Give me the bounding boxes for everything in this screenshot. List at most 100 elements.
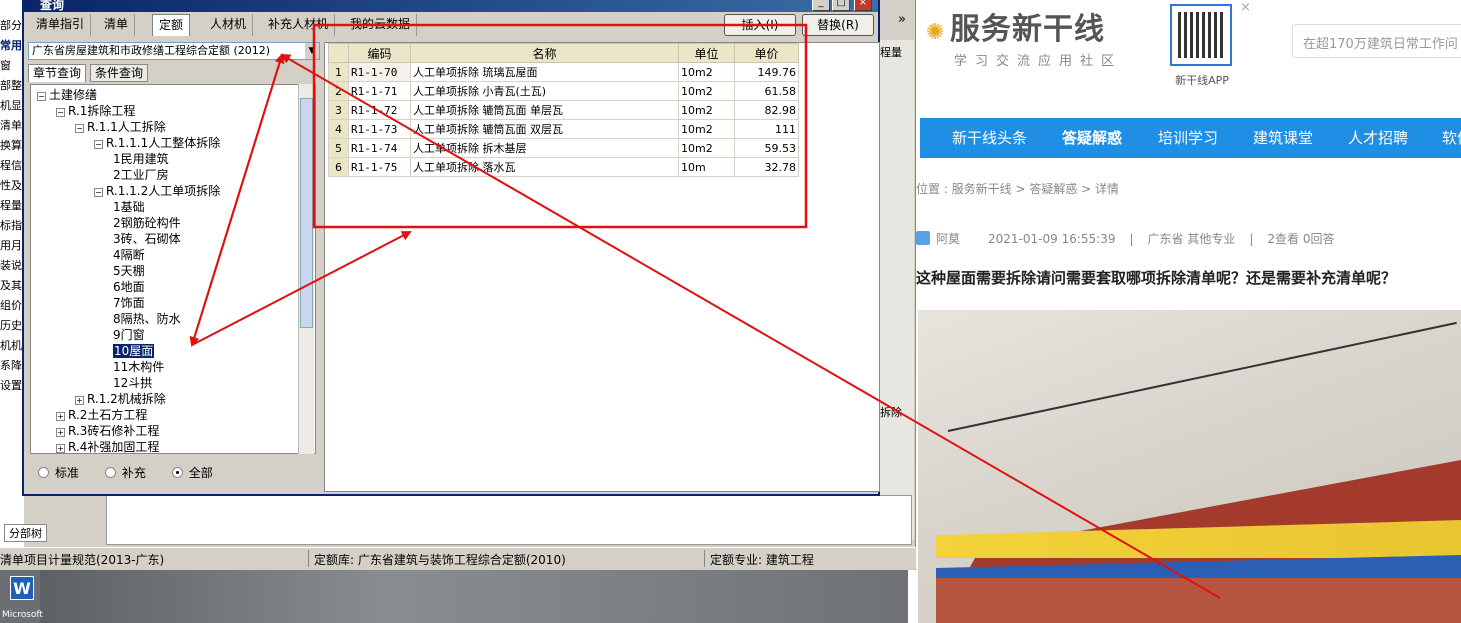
tab-bill[interactable]: 清单 (98, 14, 136, 36)
chevron-right-icon[interactable]: » (898, 12, 906, 27)
side-menu-item[interactable]: 机显 (0, 96, 24, 116)
row-number[interactable]: 2 (328, 81, 349, 101)
cell-code[interactable]: R1-1-72 (348, 100, 411, 120)
table-row[interactable]: 6 R1-1-75 人工单项拆除 落水瓦 10m 32.78 (328, 157, 799, 177)
side-menu-item[interactable]: 装说明 (0, 256, 24, 276)
cell-price[interactable]: 32.78 (734, 157, 799, 177)
tree-node[interactable]: 10屋面 (113, 343, 155, 359)
chevron-down-icon[interactable]: ▼ (305, 43, 319, 59)
row-number[interactable]: 3 (328, 100, 349, 120)
word-icon[interactable]: W (10, 576, 34, 600)
site-logo[interactable]: ✺ 服务新干线 学习交流应用社区 (926, 8, 1166, 69)
radio-standard[interactable]: 标准 (38, 464, 79, 481)
tree-node[interactable]: 6地面 (113, 279, 145, 295)
cell-price[interactable]: 149.76 (734, 62, 799, 82)
table-row[interactable]: 1 R1-1-70 人工单项拆除 琉璃瓦屋面 10m2 149.76 (328, 62, 799, 82)
tree-node[interactable]: − R.1.1.1人工整体拆除 (94, 135, 220, 151)
side-menu-item[interactable]: 及其 (0, 276, 24, 296)
cell-name[interactable]: 人工单项拆除 辘筒瓦面 单层瓦 (410, 100, 679, 120)
cell-unit[interactable]: 10m2 (678, 100, 735, 120)
table-row[interactable]: 2 R1-1-71 人工单项拆除 小青瓦(土瓦) 10m2 61.58 (328, 81, 799, 101)
expand-icon[interactable]: + (56, 444, 65, 453)
tree-node[interactable]: 2钢筋砼构件 (113, 215, 181, 231)
cell-code[interactable]: R1-1-75 (348, 157, 411, 177)
side-menu-item[interactable]: 标指引 (0, 216, 24, 236)
side-menu-item[interactable]: 清单价 (0, 116, 24, 136)
row-number[interactable]: 6 (328, 157, 349, 177)
cell-code[interactable]: R1-1-71 (348, 81, 411, 101)
tree-node[interactable]: 4隔断 (113, 247, 145, 263)
tree-scrollbar[interactable] (298, 84, 314, 454)
cell-price[interactable]: 111 (734, 119, 799, 139)
cell-unit[interactable]: 10m2 (678, 62, 735, 82)
tab-branch-tree[interactable]: 分部树 (4, 524, 47, 542)
side-menu-item[interactable]: 程信息 (0, 156, 24, 176)
tree-node[interactable]: − 土建修缮 (37, 87, 97, 103)
column-header-code[interactable]: 编码 (348, 43, 411, 63)
table-row[interactable]: 5 R1-1-74 人工单项拆除 拆木基层 10m2 59.53 (328, 138, 799, 158)
tree-node[interactable]: 12斗拱 (113, 375, 152, 391)
collapse-icon[interactable]: − (56, 108, 65, 117)
tree-node[interactable]: + R.1.2机械拆除 (75, 391, 166, 407)
nav-item-classroom[interactable]: 建筑课堂 (1253, 118, 1313, 158)
side-menu-item[interactable]: 机机拉 (0, 336, 24, 356)
expand-icon[interactable]: + (56, 412, 65, 421)
question-photo[interactable] (918, 310, 1461, 623)
replace-button[interactable]: 替换(R) (802, 14, 874, 36)
close-button[interactable]: × (854, 0, 872, 11)
side-menu-item[interactable]: 性及内 (0, 176, 24, 196)
row-number[interactable]: 5 (328, 138, 349, 158)
tree-node[interactable]: − R.1.1人工拆除 (75, 119, 166, 135)
side-menu-item[interactable]: 窗 (0, 56, 24, 76)
cell-name[interactable]: 人工单项拆除 小青瓦(土瓦) (410, 81, 679, 101)
side-menu-item[interactable]: 部分 (0, 16, 24, 36)
cell-unit[interactable]: 10m2 (678, 138, 735, 158)
tab-bill-guide[interactable]: 清单指引 (30, 14, 92, 36)
tree-node[interactable]: + R.3砖石修补工程 (56, 423, 159, 439)
tab-supplement-labor[interactable]: 补充人材机 (262, 14, 336, 36)
collapse-icon[interactable]: − (94, 140, 103, 149)
close-icon[interactable]: × (1240, 0, 1251, 15)
row-number[interactable]: 4 (328, 119, 349, 139)
collapse-icon[interactable]: − (75, 124, 84, 133)
cell-code[interactable]: R1-1-70 (348, 62, 411, 82)
side-menu-item[interactable]: 历史 (0, 316, 24, 336)
expand-icon[interactable]: + (75, 396, 84, 405)
tree-node[interactable]: 9门窗 (113, 327, 145, 343)
tab-chapter-query[interactable]: 章节查询 (28, 64, 87, 82)
nav-item-training[interactable]: 培训学习 (1158, 118, 1218, 158)
cell-name[interactable]: 人工单项拆除 琉璃瓦屋面 (410, 62, 679, 82)
quota-library-select[interactable]: 广东省房屋建筑和市政修缮工程综合定额 (2012) ▼ (28, 42, 320, 60)
cell-price[interactable]: 82.98 (734, 100, 799, 120)
tab-condition-query[interactable]: 条件查询 (90, 64, 149, 82)
side-menu-item[interactable]: 系降效 (0, 356, 24, 376)
nav-item-headlines[interactable]: 新干线头条 (952, 118, 1027, 158)
tab-quota[interactable]: 定额 (152, 14, 191, 36)
cell-code[interactable]: R1-1-74 (348, 138, 411, 158)
tree-node[interactable]: − R.1.1.2人工单项拆除 (94, 183, 220, 199)
side-menu-item[interactable]: 常用 (0, 36, 24, 56)
search-input[interactable]: 在超170万建筑日常工作问 (1292, 24, 1461, 58)
side-menu-item[interactable]: 换算 (0, 136, 24, 156)
cell-name[interactable]: 人工单项拆除 拆木基层 (410, 138, 679, 158)
tree-node[interactable]: 11木构件 (113, 359, 164, 375)
tree-node[interactable]: − R.1拆除工程 (56, 103, 135, 119)
side-menu-item[interactable]: 程量明 (0, 196, 24, 216)
tree-node[interactable]: 2工业厂房 (113, 167, 169, 183)
collapse-icon[interactable]: − (37, 92, 46, 101)
nav-item-qa[interactable]: 答疑解惑 (1062, 118, 1122, 158)
column-header-price[interactable]: 单价 (734, 43, 799, 63)
cell-price[interactable]: 59.53 (734, 138, 799, 158)
minimize-button[interactable]: _ (812, 0, 830, 11)
table-row[interactable]: 4 R1-1-73 人工单项拆除 辘筒瓦面 双层瓦 10m2 111 (328, 119, 799, 139)
nav-item-software[interactable]: 软件 (1442, 118, 1461, 158)
cell-unit[interactable]: 10m2 (678, 81, 735, 101)
dialog-title-bar[interactable]: 查询 _ □ × (24, 0, 878, 12)
tree-node[interactable]: 3砖、石砌体 (113, 231, 181, 247)
author[interactable]: 阿莫 (936, 232, 960, 246)
side-menu-item[interactable]: 组价 (0, 296, 24, 316)
cell-code[interactable]: R1-1-73 (348, 119, 411, 139)
tree-node[interactable]: 8隔热、防水 (113, 311, 181, 327)
cell-unit[interactable]: 10m2 (678, 119, 735, 139)
cell-name[interactable]: 人工单项拆除 落水瓦 (410, 157, 679, 177)
